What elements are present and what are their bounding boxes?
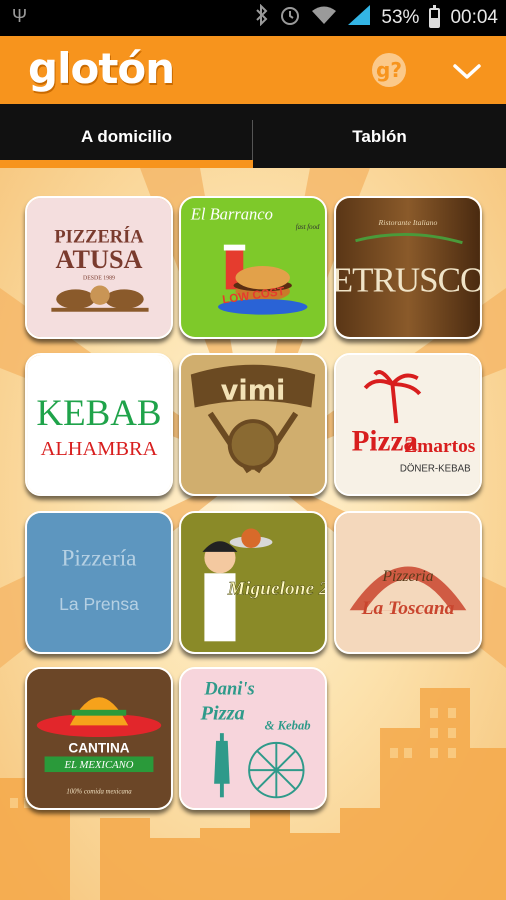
battery-icon bbox=[429, 5, 441, 28]
tile-caption: Ristorante Italiano bbox=[378, 218, 438, 227]
tile-subtitle: Zmartos bbox=[404, 436, 476, 457]
restaurant-tile-la-toscana[interactable]: Pizzeria La Toscana bbox=[334, 511, 482, 654]
tile-subtitle: ATUSA bbox=[56, 245, 143, 274]
action-bar: glotón g? bbox=[0, 36, 506, 104]
tile-title: Miguelone 2 bbox=[227, 579, 325, 600]
tile-subtitle: La Prensa bbox=[59, 594, 139, 614]
restaurant-tile-cantina-el-mexicano[interactable]: CANTINA EL MEXICANO 100% comida mexicana bbox=[25, 667, 173, 810]
restaurant-tile-danis-pizza[interactable]: Dani's Pizza & Kebab bbox=[179, 667, 327, 810]
restaurant-tile-miguelone[interactable]: Miguelone 2 bbox=[179, 511, 327, 654]
tile-title: Dani's bbox=[203, 678, 254, 698]
restaurant-tile-vimi[interactable]: vimi bbox=[179, 353, 327, 496]
usb-icon: Ψ bbox=[12, 6, 28, 26]
tile-caption: 100% comida mexicana bbox=[66, 788, 132, 795]
status-bar: Ψ 53% 00:04 bbox=[0, 0, 506, 36]
restaurant-tile-el-barranco[interactable]: El Barranco fast food LOW COST bbox=[179, 196, 327, 339]
chevron-down-icon[interactable] bbox=[450, 56, 484, 86]
app-logo: glotón bbox=[28, 44, 175, 93]
tile-title: ETRUSCO bbox=[336, 260, 480, 299]
wifi-icon bbox=[311, 5, 337, 31]
tab-a-domicilio[interactable]: A domicilio bbox=[0, 104, 253, 168]
tab-bar: A domicilio Tablón bbox=[0, 104, 506, 168]
alarm-icon bbox=[279, 4, 301, 32]
signal-icon bbox=[347, 4, 371, 32]
tile-caption: DESDE 1989 bbox=[83, 276, 115, 282]
tile-subtitle: Pizza bbox=[200, 703, 245, 725]
tile-caption: DÖNER-KEBAB bbox=[400, 464, 471, 475]
tile-subtitle: La Toscana bbox=[361, 598, 455, 619]
clock: 00:04 bbox=[450, 7, 498, 28]
restaurant-tile-atusa[interactable]: PIZZERÍA ATUSA DESDE 1989 bbox=[25, 196, 173, 339]
battery-percent: 53% bbox=[381, 7, 420, 28]
tile-title: Pizzería bbox=[61, 545, 137, 571]
help-button[interactable]: g? bbox=[372, 53, 406, 87]
tab-indicator bbox=[0, 160, 253, 168]
tile-caption: fast food bbox=[296, 224, 320, 231]
tile-title: PIZZERÍA bbox=[54, 226, 144, 247]
tile-caption: & Kebab bbox=[265, 718, 311, 732]
tile-title: CANTINA bbox=[68, 741, 129, 756]
tile-subtitle: EL MEXICANO bbox=[64, 759, 134, 771]
restaurant-tile-kebab-alhambra[interactable]: KEBAB ALHAMBRA bbox=[25, 353, 173, 496]
tab-tablon[interactable]: Tablón bbox=[253, 104, 506, 168]
pizza-icon bbox=[248, 741, 305, 799]
restaurant-tile-etrusco[interactable]: Ristorante Italiano ETRUSCO bbox=[334, 196, 482, 339]
tile-title: vimi bbox=[221, 376, 286, 407]
tile-title: Pizzeria bbox=[382, 568, 434, 585]
bluetooth-icon bbox=[255, 3, 269, 32]
tile-subtitle: ALHAMBRA bbox=[41, 438, 158, 460]
restaurant-tile-pizza-zmartos[interactable]: Pizza Zmartos DÖNER-KEBAB bbox=[334, 353, 482, 496]
restaurant-tile-la-prensa[interactable]: Pizzería La Prensa bbox=[25, 511, 173, 654]
plate-icon bbox=[227, 419, 279, 470]
tile-title: El Barranco bbox=[190, 204, 273, 223]
tile-title: KEBAB bbox=[36, 392, 161, 433]
